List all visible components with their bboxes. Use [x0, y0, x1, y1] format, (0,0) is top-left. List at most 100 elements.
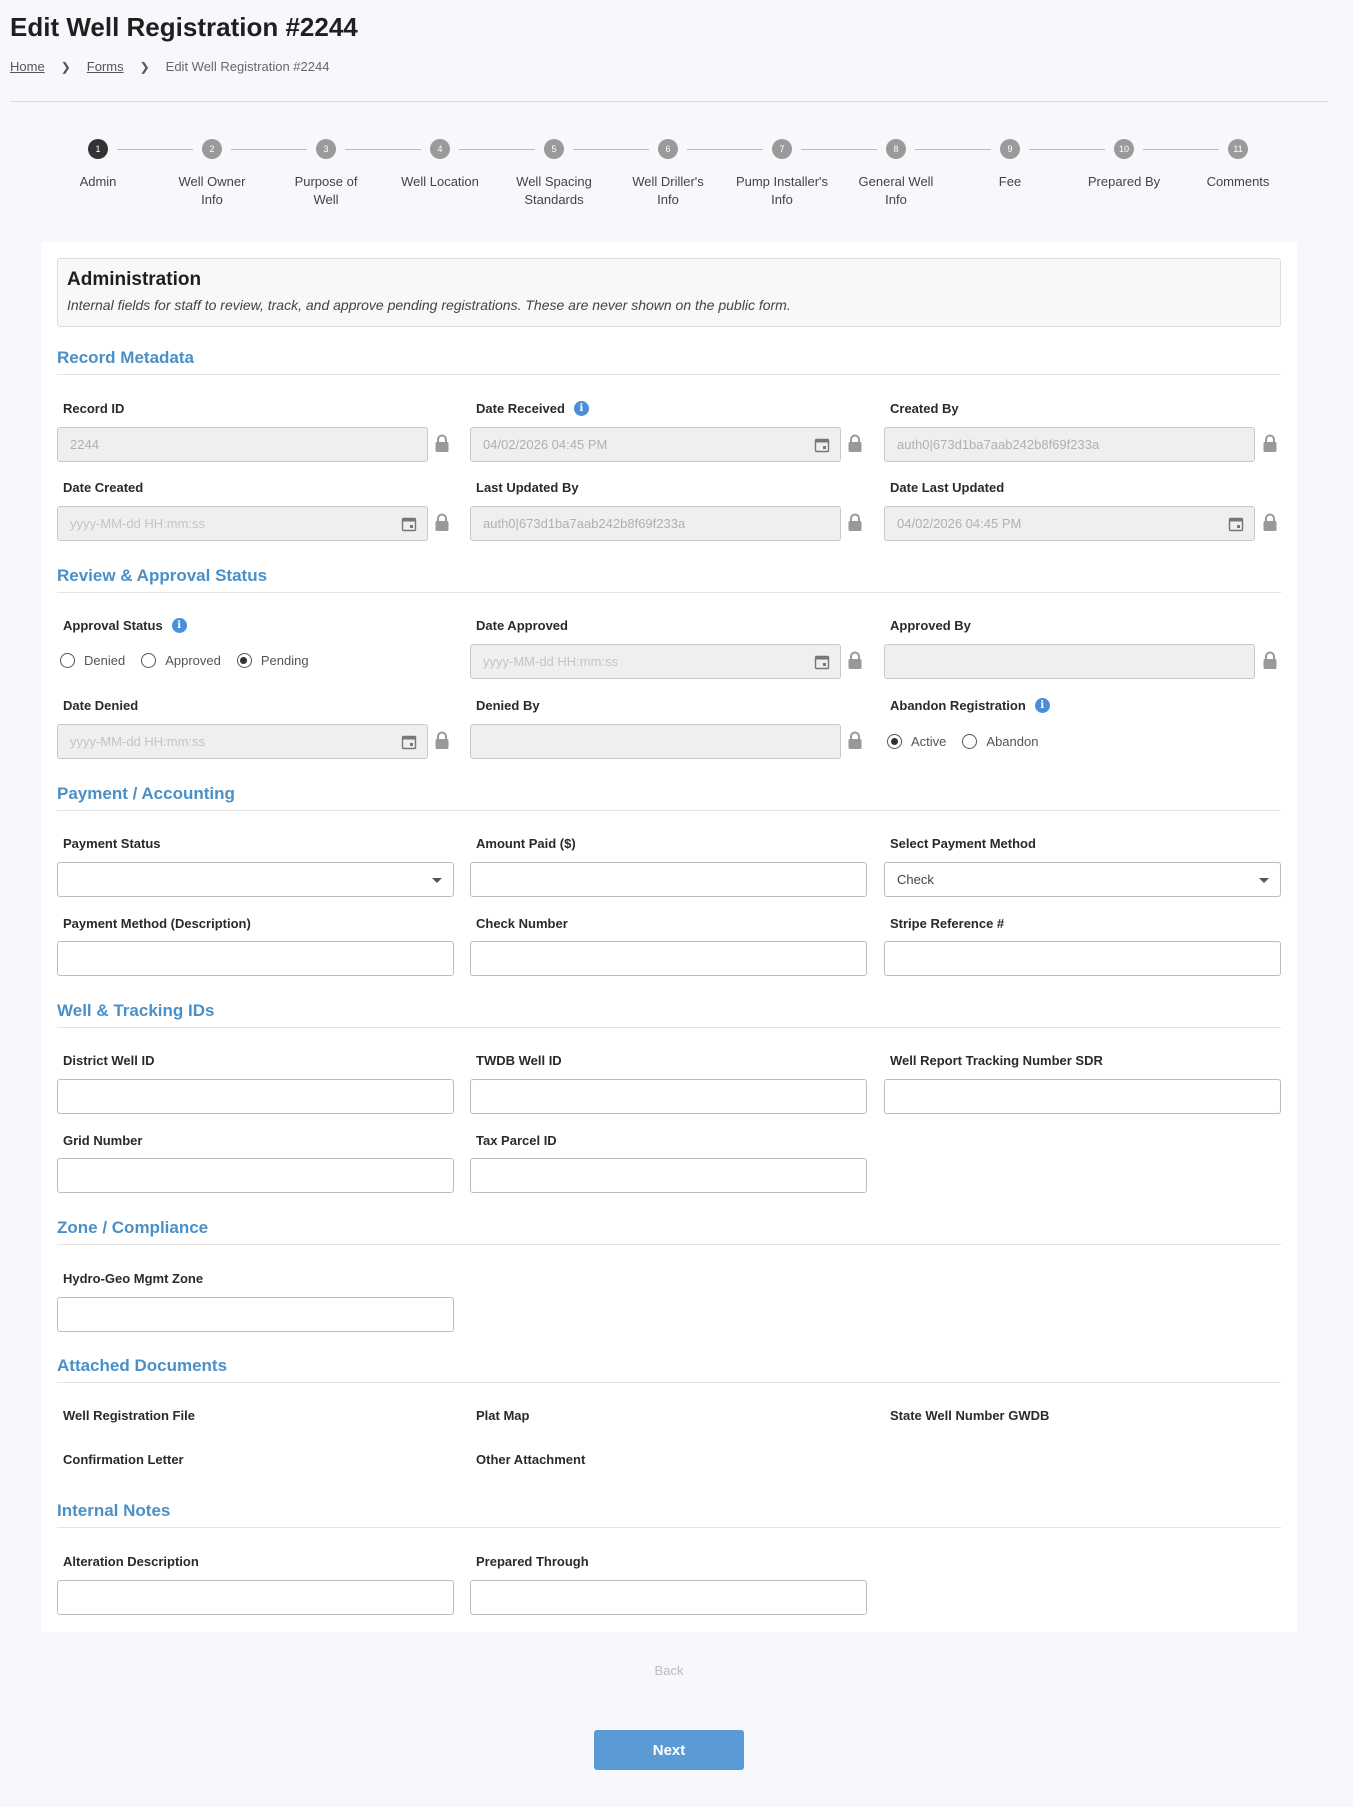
- step-number: 3: [316, 139, 336, 159]
- breadcrumb-forms-link[interactable]: Forms: [87, 59, 124, 74]
- step-label: Well Location: [401, 174, 479, 189]
- step-number: 4: [430, 139, 450, 159]
- state-well-number-label: State Well Number GWDB: [890, 1408, 1050, 1423]
- step-pump-installers-info[interactable]: 7 Pump Installer's Info: [725, 137, 839, 209]
- well-registration-file-label: Well Registration File: [63, 1408, 195, 1423]
- abandon-registration-label: Abandon Registration i: [890, 698, 1050, 713]
- alteration-description-label: Alteration Description: [63, 1554, 199, 1569]
- date-last-updated-field: 04/02/2026 04:45 PM: [884, 506, 1255, 541]
- grid-number-input[interactable]: [57, 1158, 454, 1193]
- radio-circle[interactable]: [887, 734, 902, 749]
- amount-paid-input[interactable]: [470, 862, 867, 897]
- step-admin[interactable]: 1 Admin: [41, 137, 155, 191]
- step-comments[interactable]: 11 Comments: [1181, 137, 1295, 191]
- well-report-tracking-label: Well Report Tracking Number SDR: [890, 1053, 1103, 1068]
- step-number: 6: [658, 139, 678, 159]
- twdb-well-id-input[interactable]: [470, 1079, 867, 1114]
- lock-icon: [1263, 651, 1277, 669]
- step-fee[interactable]: 9 Fee: [953, 137, 1067, 191]
- lock-icon: [848, 651, 862, 669]
- alteration-description-input[interactable]: [57, 1580, 454, 1615]
- step-well-location[interactable]: 4 Well Location: [383, 137, 497, 191]
- breadcrumb-home-link[interactable]: Home: [10, 59, 45, 74]
- record-id-label: Record ID: [63, 401, 125, 416]
- district-well-id-input[interactable]: [57, 1079, 454, 1114]
- radio-abandon[interactable]: Abandon: [962, 734, 1038, 749]
- header-divider: [10, 101, 1329, 102]
- well-report-tracking-input[interactable]: [884, 1079, 1281, 1114]
- payment-method-desc-input[interactable]: [57, 941, 454, 976]
- lock-icon: [1263, 513, 1277, 531]
- abandon-registration-label-text: Abandon Registration: [890, 698, 1026, 713]
- step-prepared-by[interactable]: 10 Prepared By: [1067, 137, 1181, 191]
- section-record-metadata: Record Metadata: [57, 348, 1281, 375]
- radio-label: Active: [911, 734, 947, 749]
- step-purpose-of-well[interactable]: 3 Purpose of Well: [269, 137, 383, 209]
- radio-approved[interactable]: Approved: [141, 653, 221, 668]
- step-label: Fee: [998, 174, 1022, 189]
- payment-status-select[interactable]: [57, 862, 454, 897]
- tax-parcel-id-input[interactable]: [470, 1158, 867, 1193]
- section-review-approval: Review & Approval Status: [57, 566, 1281, 593]
- section-title: Well & Tracking IDs: [57, 1001, 1281, 1028]
- radio-circle[interactable]: [236, 653, 252, 668]
- date-received-label: Date Received i: [476, 401, 589, 416]
- approved-by-label: Approved By: [890, 618, 971, 633]
- hydro-geo-zone-input[interactable]: [57, 1297, 454, 1332]
- radio-pending[interactable]: Pending: [236, 653, 309, 668]
- lock-icon: [848, 731, 862, 749]
- step-number: 1: [88, 139, 108, 159]
- check-number-label: Check Number: [476, 916, 568, 931]
- radio-label: Pending: [260, 653, 309, 668]
- chevron-right-icon: ❯: [60, 59, 71, 74]
- radio-denied[interactable]: Denied: [60, 653, 125, 668]
- step-well-owner-info[interactable]: 2 Well Owner Info: [155, 137, 269, 209]
- created-by-label: Created By: [890, 401, 959, 416]
- date-received-field: 04/02/2026 04:45 PM: [470, 427, 841, 462]
- lock-icon: [848, 434, 862, 452]
- radio-label: Denied: [84, 653, 126, 668]
- other-attachment-label: Other Attachment: [476, 1452, 586, 1467]
- calendar-icon: [401, 517, 417, 532]
- calendar-icon: [814, 438, 830, 453]
- date-approved-placeholder: yyyy-MM-dd HH:mm:ss: [483, 654, 619, 669]
- check-number-input[interactable]: [470, 941, 867, 976]
- prepared-through-input[interactable]: [470, 1580, 867, 1615]
- radio-circle[interactable]: [141, 653, 157, 668]
- step-number: 8: [886, 139, 906, 159]
- step-number: 7: [772, 139, 792, 159]
- step-label: Well Driller's Info: [632, 174, 704, 207]
- step-well-spacing-standards[interactable]: 5 Well Spacing Standards: [497, 137, 611, 209]
- section-attached-documents: Attached Documents: [57, 1356, 1281, 1383]
- step-number: 2: [202, 139, 222, 159]
- created-by-field: auth0|673d1ba7aab242b8f69f233a: [884, 427, 1255, 462]
- date-denied-field: yyyy-MM-dd HH:mm:ss: [57, 724, 428, 759]
- lock-icon: [435, 513, 449, 531]
- radio-circle[interactable]: [962, 734, 978, 749]
- step-label: Purpose of Well: [294, 174, 358, 207]
- page-title: Edit Well Registration #2244: [10, 12, 358, 42]
- step-well-drillers-info[interactable]: 6 Well Driller's Info: [611, 137, 725, 209]
- last-updated-by-field: auth0|673d1ba7aab242b8f69f233a: [470, 506, 841, 541]
- next-button[interactable]: Next: [594, 1730, 744, 1770]
- back-button[interactable]: Back: [594, 1663, 744, 1678]
- date-denied-label: Date Denied: [63, 698, 139, 713]
- info-icon[interactable]: i: [171, 618, 187, 633]
- amount-paid-label: Amount Paid ($): [476, 836, 576, 851]
- radio-circle[interactable]: [60, 653, 75, 668]
- payment-method-select[interactable]: Check: [884, 862, 1281, 897]
- stripe-reference-input[interactable]: [884, 941, 1281, 976]
- created-by-value: auth0|673d1ba7aab242b8f69f233a: [897, 437, 1100, 452]
- denied-by-label: Denied By: [476, 698, 540, 713]
- info-icon[interactable]: i: [573, 401, 589, 416]
- date-created-field: yyyy-MM-dd HH:mm:ss: [57, 506, 428, 541]
- payment-method-label: Select Payment Method: [890, 836, 1036, 851]
- breadcrumb-current: Edit Well Registration #2244: [165, 59, 330, 74]
- info-icon[interactable]: i: [1034, 698, 1050, 713]
- date-denied-placeholder: yyyy-MM-dd HH:mm:ss: [70, 734, 206, 749]
- breadcrumb: Home ❯ Forms ❯ Edit Well Registration #2…: [10, 59, 329, 74]
- caret-down-icon: [1259, 878, 1269, 883]
- radio-active[interactable]: Active: [887, 734, 946, 749]
- abandon-registration-radio-group: Active Abandon: [887, 734, 1054, 749]
- step-general-well-info[interactable]: 8 General Well Info: [839, 137, 953, 209]
